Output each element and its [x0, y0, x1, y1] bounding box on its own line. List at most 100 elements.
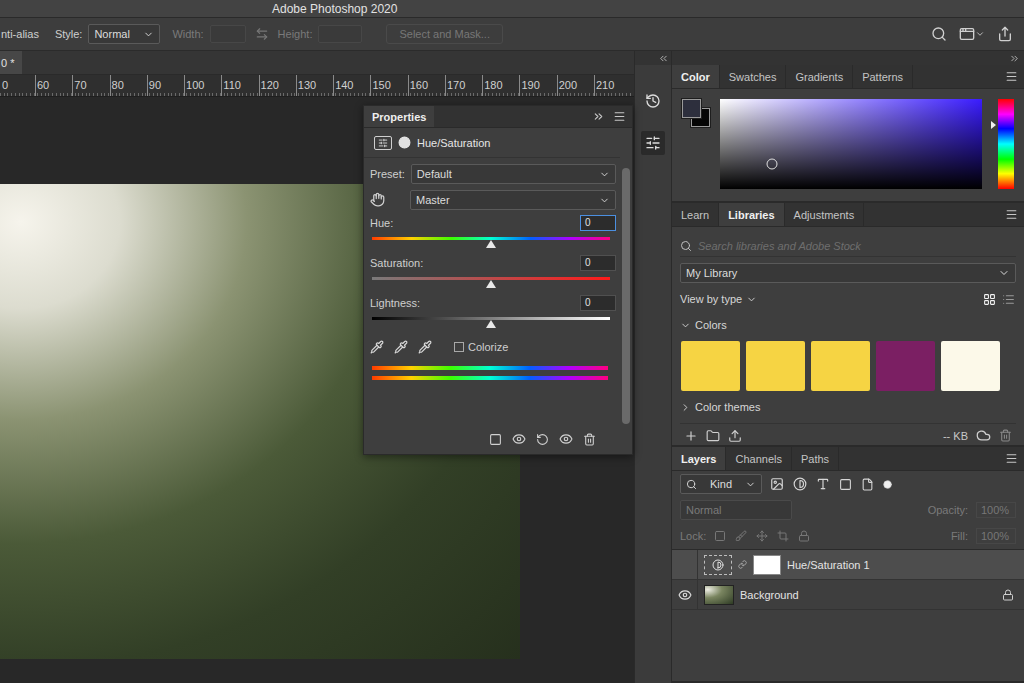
menu-icon[interactable]	[1005, 70, 1018, 83]
plus-icon[interactable]	[684, 429, 698, 443]
color-picker-field[interactable]	[720, 99, 982, 189]
panel-tab[interactable]: Layers	[672, 447, 726, 470]
panel-tab[interactable]: Patterns	[853, 65, 913, 88]
foreground-color-swatch[interactable]	[682, 99, 701, 118]
blend-mode-select: Normal	[680, 500, 792, 520]
slider-track[interactable]	[372, 277, 610, 280]
mask-thumbnail[interactable]	[753, 555, 781, 575]
view-toggle[interactable]	[1001, 292, 1016, 307]
slider-value-field[interactable]: 0	[580, 255, 616, 271]
eyedropper-plus-icon[interactable]	[394, 340, 408, 354]
chevron-right-icon	[680, 402, 691, 413]
library-section-header[interactable]: Color themes	[680, 397, 1016, 417]
slider-value-field[interactable]: 0	[580, 215, 616, 231]
lock-icon[interactable]	[1002, 589, 1014, 601]
panel-tab[interactable]: Libraries	[719, 203, 784, 226]
search-icon	[931, 26, 947, 42]
slider-thumb[interactable]	[486, 240, 496, 248]
folder-icon[interactable]	[706, 429, 720, 443]
slider-thumb[interactable]	[486, 280, 496, 288]
library-search[interactable]: Search libraries and Adobe Stock	[680, 235, 1016, 257]
color-swatch[interactable]	[876, 341, 935, 391]
panel-tab[interactable]: Paths	[792, 447, 839, 470]
lock-row: Lock:Fill:100%	[672, 523, 1024, 549]
clip-to-layer-icon[interactable]	[489, 433, 502, 446]
menu-icon[interactable]	[1005, 452, 1018, 465]
visibility-toggle[interactable]	[672, 550, 698, 579]
view-by-type[interactable]: View by type	[680, 293, 742, 305]
layer-row[interactable]: Hue/Saturation 1	[672, 550, 1024, 580]
menu-icon[interactable]	[613, 110, 626, 123]
pixel-filter-icon[interactable]	[770, 477, 784, 491]
trash-icon[interactable]	[583, 433, 596, 446]
filter-toggle-icon[interactable]	[883, 480, 892, 489]
panel-tab[interactable]: Color	[672, 65, 720, 88]
properties-scrollbar[interactable]	[620, 128, 632, 454]
layer-name[interactable]: Background	[740, 589, 799, 601]
checkbox-box[interactable]	[454, 342, 464, 352]
panel-tab[interactable]: Adjustments	[785, 203, 865, 226]
picker-marker[interactable]	[767, 158, 778, 169]
colorize-checkbox[interactable]: Colorize	[454, 341, 508, 353]
range-select[interactable]: Master	[410, 190, 616, 210]
width-field	[210, 25, 246, 43]
anti-alias-label[interactable]: nti-alias	[1, 28, 39, 40]
eyedropper-minus-icon[interactable]	[418, 340, 432, 354]
link-icon[interactable]	[738, 560, 747, 569]
color-swatch[interactable]	[811, 341, 870, 391]
adjustment-icon[interactable]	[374, 136, 392, 150]
share-button[interactable]	[994, 23, 1016, 45]
history-dock-button[interactable]	[641, 89, 665, 113]
type-filter-icon[interactable]	[816, 477, 830, 491]
preset-select[interactable]: Default	[411, 164, 616, 184]
ruler-tick: 80	[110, 75, 147, 96]
view-toggle[interactable]	[982, 292, 997, 307]
slider-value-field[interactable]: 0	[580, 295, 616, 311]
swap-button[interactable]	[252, 24, 272, 44]
color-swatch[interactable]	[941, 341, 1000, 391]
main-area: 0 *0607080901001101201301401501601701801…	[0, 51, 1024, 683]
panel-tab[interactable]: Gradients	[786, 65, 853, 88]
properties-header: Properties	[364, 106, 632, 128]
expand-icon[interactable]	[658, 53, 669, 64]
style-select[interactable]: Normal	[88, 24, 160, 44]
properties-tab[interactable]: Properties	[364, 106, 434, 127]
color-swatch[interactable]	[746, 341, 805, 391]
shape-filter-icon[interactable]	[839, 478, 852, 491]
mask-icon[interactable]	[398, 136, 411, 149]
document-tab[interactable]: 0 *	[0, 51, 22, 74]
layer-filter-select[interactable]: Kind	[680, 474, 762, 494]
targeted-adjustment-tool[interactable]	[370, 192, 404, 209]
panel-tab[interactable]: Swatches	[720, 65, 787, 88]
hue-marker[interactable]	[991, 121, 996, 129]
window-title: Adobe Photoshop 2020	[272, 2, 397, 16]
scrollbar-thumb[interactable]	[622, 168, 630, 424]
collapse-icon[interactable]	[592, 110, 605, 123]
layer-row[interactable]: Background	[672, 580, 1024, 610]
menu-icon[interactable]	[1005, 208, 1018, 221]
library-section-header[interactable]: Colors	[680, 315, 1016, 335]
search-button[interactable]	[928, 23, 950, 45]
cloud-icon[interactable]	[976, 428, 991, 443]
workspace-button[interactable]	[956, 23, 988, 45]
visibility-toggle[interactable]	[672, 580, 698, 609]
eyedropper-icon[interactable]	[370, 340, 384, 354]
layer-name[interactable]: Hue/Saturation 1	[787, 559, 870, 571]
panel-tab[interactable]: Channels	[726, 447, 791, 470]
adjustment-filter-icon[interactable]	[793, 477, 807, 491]
slider-track[interactable]	[372, 317, 610, 320]
hue-strip[interactable]	[998, 99, 1014, 189]
smart-object-filter-icon[interactable]	[861, 478, 874, 491]
view-previous-icon[interactable]	[512, 432, 526, 446]
reset-icon[interactable]	[536, 433, 549, 446]
library-select[interactable]: My Library	[680, 263, 1016, 283]
trash-icon[interactable]	[999, 429, 1012, 442]
collapse-icon[interactable]	[1009, 53, 1020, 64]
upload-icon[interactable]	[728, 429, 742, 443]
properties-dock-button[interactable]	[641, 131, 665, 155]
slider-track[interactable]	[372, 237, 610, 240]
panel-tab[interactable]: Learn	[672, 203, 719, 226]
visibility-icon[interactable]	[559, 432, 573, 446]
slider-thumb[interactable]	[486, 320, 496, 328]
color-swatch[interactable]	[681, 341, 740, 391]
